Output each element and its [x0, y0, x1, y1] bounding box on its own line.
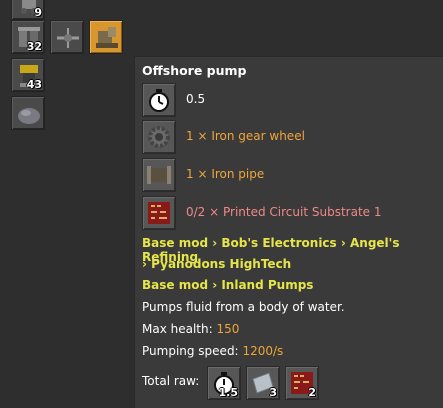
item-tooltip: Offshore pump 0.5 1 × Iron gear wheel 1 …: [134, 56, 443, 408]
circuit-icon: [148, 202, 170, 224]
pipe-wrench-icon: [57, 28, 79, 48]
raw-circuit-slot: 2: [285, 366, 319, 400]
pumping-speed-label: Pumping speed:: [142, 344, 239, 358]
inventory-slot-ore[interactable]: [11, 96, 45, 130]
mod-source-line: Base mod › Inland Pumps: [142, 278, 314, 292]
stopwatch-icon: [149, 89, 169, 112]
max-health-value: 150: [216, 322, 240, 336]
ingredient-row: 1 × Iron pipe: [142, 158, 442, 192]
gear-icon: [148, 126, 170, 148]
ingredient-icon-box: [142, 196, 176, 230]
raw-count: 2: [308, 386, 316, 399]
raw-count: 1.5: [218, 386, 239, 399]
ingredient-text-missing: 0/2 × Printed Circuit Substrate 1: [186, 205, 382, 219]
pumping-speed-value: 1200/s: [242, 344, 284, 358]
max-health-stat: Max health: 150: [142, 322, 239, 336]
pumping-speed-stat: Pumping speed: 1200/s: [142, 344, 283, 358]
item-count: 9: [34, 6, 42, 19]
raw-time-slot: 1.5: [207, 366, 241, 400]
raw-count: 3: [269, 386, 277, 399]
total-raw-label: Total raw:: [142, 374, 200, 388]
ingredient-row: 1 × Iron gear wheel: [142, 120, 442, 154]
offshore-pump-icon: [96, 27, 118, 48]
item-count: 43: [26, 78, 42, 91]
pipe-icon: [147, 166, 171, 184]
item-description: Pumps fluid from a body of water.: [142, 300, 345, 314]
raw-plate-slot: 3: [246, 366, 280, 400]
crafting-time-icon-box: [142, 83, 176, 117]
max-health-label: Max health:: [142, 322, 213, 336]
crafting-time-row: 0.5: [142, 83, 442, 117]
inventory-slot-pipe-wrench[interactable]: [50, 20, 84, 54]
ore-icon: [18, 108, 40, 124]
ingredient-row: 0/2 × Printed Circuit Substrate 1: [142, 196, 442, 230]
inventory-slot-offshore-pump[interactable]: [89, 20, 123, 54]
ingredient-text: 1 × Iron pipe: [186, 167, 265, 181]
item-count: 32: [26, 40, 42, 53]
ingredient-icon-box: [142, 120, 176, 154]
inventory-slot-turret[interactable]: 32: [11, 20, 45, 54]
crafting-time-value: 0.5: [186, 92, 206, 106]
ingredient-text: 1 × Iron gear wheel: [186, 129, 305, 143]
mod-source-line: › Pyanodons HighTech: [142, 257, 292, 271]
tooltip-title: Offshore pump: [142, 63, 247, 78]
inventory-slot-robot[interactable]: 9: [11, 0, 45, 20]
inventory-slot-pumpjack[interactable]: 43: [11, 58, 45, 92]
ingredient-icon-box: [142, 158, 176, 192]
